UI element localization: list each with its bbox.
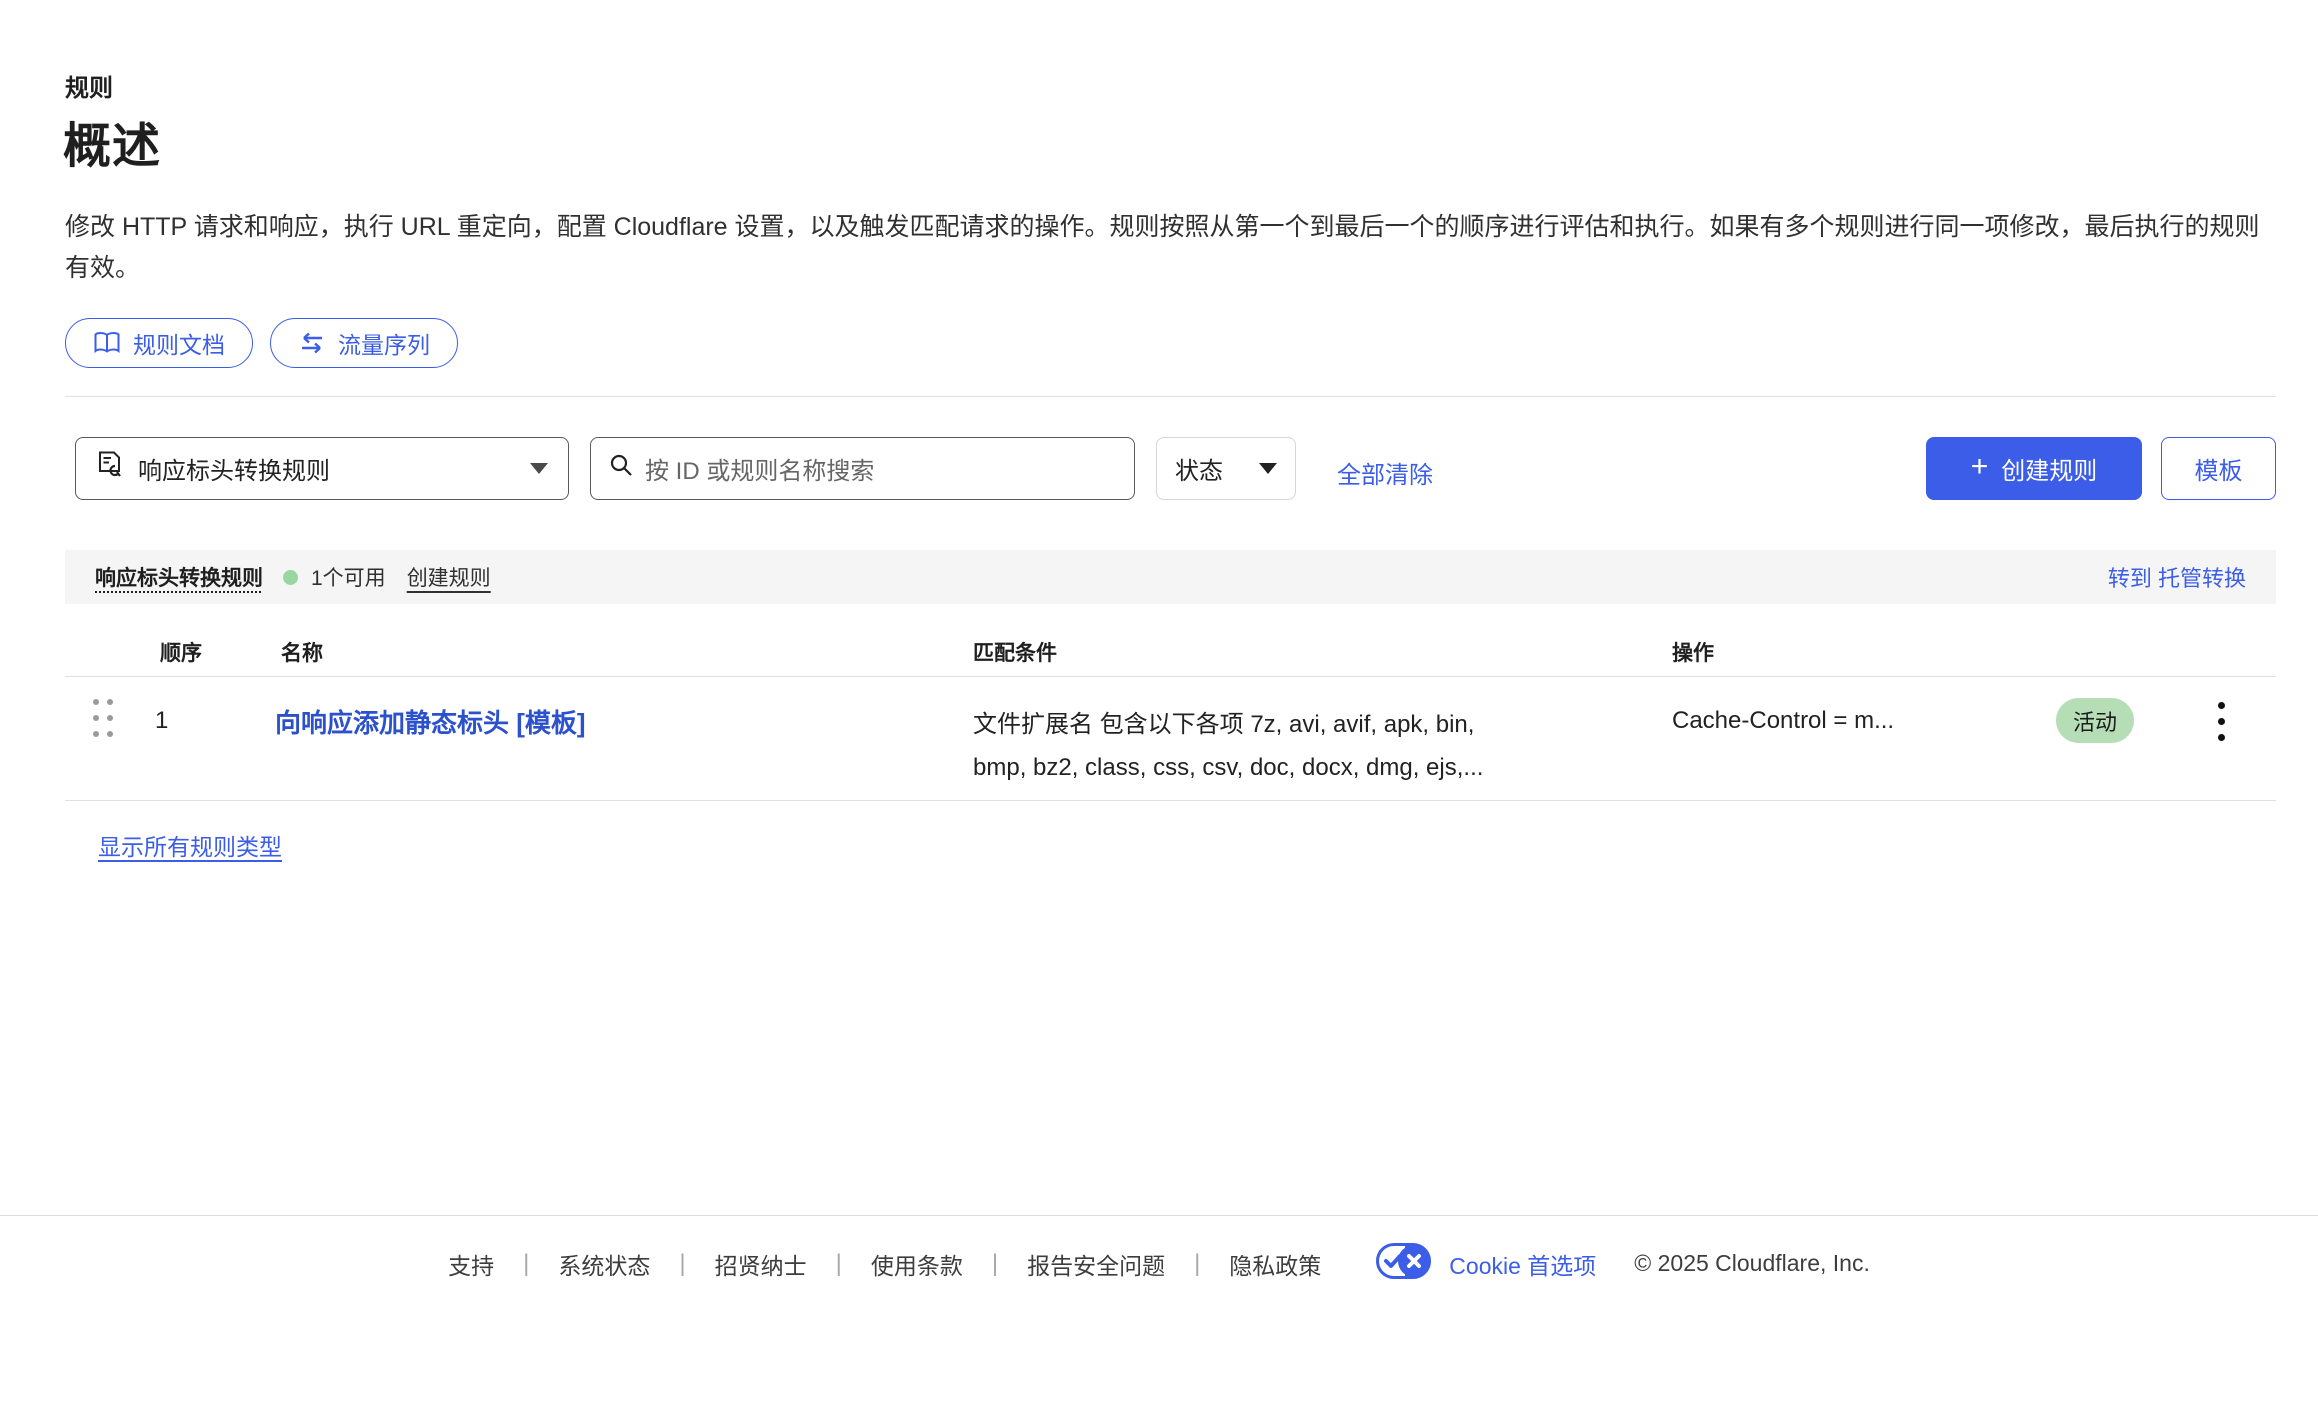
row-menu-kebab-icon[interactable] [2214, 698, 2229, 745]
column-header-name: 名称 [281, 637, 323, 667]
page-description: 修改 HTTP 请求和响应，执行 URL 重定向，配置 Cloudflare 设… [65, 207, 2265, 289]
traffic-sequence-label: 流量序列 [338, 326, 430, 360]
create-rule-label: 创建规则 [2001, 451, 2097, 486]
footer: 支持 | 系统状态 | 招贤纳士 | 使用条款 | 报告安全问题 | 隐私政策 Cooki… [0, 1215, 2318, 1284]
availability-count: 1个可用 [311, 562, 386, 592]
column-header-action: 操作 [1672, 637, 1714, 667]
create-rule-button[interactable]: + 创建规则 [1926, 437, 2142, 500]
footer-link-report[interactable]: 报告安全问题 [1027, 1247, 1165, 1281]
rule-search-input[interactable]: 按 ID 或规则名称搜索 [590, 437, 1135, 500]
rule-type-select[interactable]: 响应标头转换规则 [75, 437, 569, 500]
search-icon [609, 453, 633, 484]
table-row-divider [65, 800, 2276, 801]
page-title: 概述 [63, 106, 161, 176]
footer-link-terms[interactable]: 使用条款 [871, 1247, 963, 1281]
footer-separator: | [523, 1250, 529, 1278]
copyright-text: © 2025 Cloudflare, Inc. [1634, 1250, 1870, 1277]
section-eyebrow: 规则 [65, 68, 113, 103]
status-filter-label: 状态 [1175, 451, 1223, 486]
status-badge: 活动 [2056, 698, 2134, 743]
traffic-sequence-button[interactable]: 流量序列 [270, 318, 458, 368]
search-placeholder: 按 ID 或规则名称搜索 [645, 451, 874, 486]
footer-separator: | [836, 1250, 842, 1278]
list-header-bar: 响应标头转换规则 1个可用 创建规则 转到 托管转换 [65, 550, 2276, 604]
footer-separator: | [992, 1250, 998, 1278]
rule-type-selected-value: 响应标头转换规则 [138, 451, 330, 486]
templates-button[interactable]: 模板 [2161, 437, 2276, 500]
footer-link-careers[interactable]: 招贤纳士 [715, 1247, 807, 1281]
rules-overview-page: 规则 概述 修改 HTTP 请求和响应，执行 URL 重定向，配置 Cloudf… [0, 0, 2318, 1406]
footer-link-status[interactable]: 系统状态 [558, 1247, 650, 1281]
chevron-down-icon [530, 463, 548, 474]
rule-doc-wrench-icon [96, 450, 124, 487]
footer-link-support[interactable]: 支持 [448, 1247, 494, 1281]
rules-docs-label: 规则文档 [133, 326, 225, 360]
status-filter-dropdown[interactable]: 状态 [1156, 437, 1296, 500]
show-all-rule-types-link[interactable]: 显示所有规则类型 [98, 828, 282, 862]
cookie-consent-icon[interactable] [1376, 1243, 1431, 1284]
rule-action-value: Cache-Control = m... [1672, 707, 1894, 735]
table-header-divider [65, 676, 2276, 677]
section-divider [65, 396, 2276, 397]
bar-create-rule-link[interactable]: 创建规则 [407, 562, 491, 592]
footer-separator: | [1194, 1250, 1200, 1278]
rules-docs-button[interactable]: 规则文档 [65, 318, 253, 368]
clear-all-link[interactable]: 全部清除 [1337, 455, 1433, 490]
goto-managed-transforms-link[interactable]: 转到 托管转换 [2108, 561, 2246, 593]
rule-name-link[interactable]: 向响应添加静态标头 [模板] [275, 703, 586, 740]
templates-label: 模板 [2195, 451, 2243, 486]
list-title: 响应标头转换规则 [95, 562, 263, 592]
book-icon [93, 331, 121, 355]
rule-match-condition: 文件扩展名 包含以下各项 7z, avi, avif, apk, bin, bm… [973, 703, 1623, 789]
rule-order: 1 [155, 707, 168, 735]
column-header-condition: 匹配条件 [973, 637, 1057, 667]
chevron-down-icon [1259, 463, 1277, 474]
plus-icon: + [1971, 452, 1989, 482]
swap-arrows-icon [298, 331, 326, 355]
cookie-preferences-link[interactable]: Cookie 首选项 [1449, 1247, 1596, 1281]
drag-handle-icon[interactable] [93, 699, 113, 737]
header-actions: 规则文档 流量序列 [65, 318, 458, 368]
footer-separator: | [679, 1250, 685, 1278]
footer-link-privacy[interactable]: 隐私政策 [1229, 1247, 1321, 1281]
column-header-order: 顺序 [160, 637, 202, 667]
availability-dot-icon [283, 570, 298, 585]
